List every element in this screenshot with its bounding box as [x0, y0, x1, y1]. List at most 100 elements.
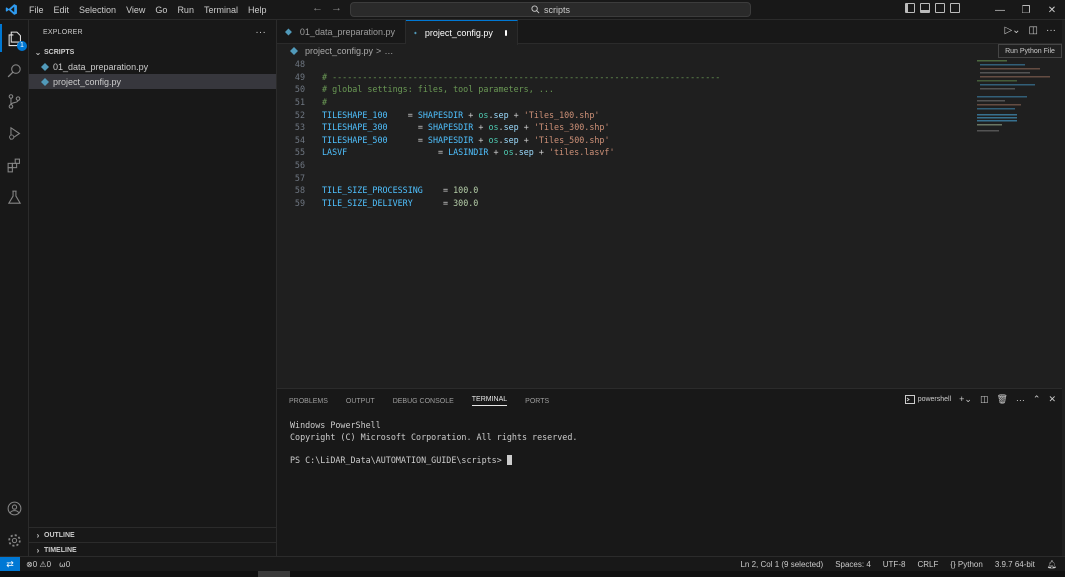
file-item-data-preparation[interactable]: 01_data_preparation.py	[29, 59, 276, 74]
chevron-right-icon: ›	[36, 530, 40, 540]
back-arrow-icon[interactable]: ←	[312, 2, 323, 14]
source-control-icon[interactable]	[0, 87, 29, 115]
code-line[interactable]: 58 TILE_SIZE_PROCESSING = 100.0	[277, 184, 977, 197]
run-debug-icon[interactable]	[0, 119, 29, 147]
minimize-icon[interactable]: —	[987, 0, 1013, 20]
terminal-output[interactable]: Windows PowerShell Copyright (C) Microso…	[290, 420, 577, 466]
code-line[interactable]: 53 TILESHAPE_300 = SHAPESDIR + os.sep + '…	[277, 121, 977, 134]
cursor-position[interactable]: Ln 2, Col 1 (9 selected)	[740, 560, 823, 569]
terminal-shell-selector[interactable]: powershell	[904, 395, 951, 404]
panel-more-icon[interactable]: ···	[1016, 395, 1025, 405]
new-terminal-plus-icon[interactable]: +⌄	[959, 394, 972, 405]
tab-project-config[interactable]: project_config.py	[406, 20, 518, 45]
folder-scripts[interactable]: ⌄ SCRIPTS	[29, 45, 276, 59]
code-line[interactable]: 48	[277, 58, 977, 71]
search-icon	[531, 5, 540, 14]
warning-icon: ⚠	[39, 559, 47, 569]
code-line[interactable]: 51 #	[277, 96, 977, 109]
tab-problems[interactable]: PROBLEMS	[289, 398, 328, 405]
code-token: +	[473, 134, 489, 145]
terminal-line: Windows PowerShell	[290, 420, 381, 430]
tab-debug-console[interactable]: DEBUG CONSOLE	[393, 398, 454, 405]
file-label: 01_data_preparation.py	[53, 61, 149, 72]
account-icon[interactable]	[0, 494, 29, 522]
code-line[interactable]: 50 # global settings: files, tool paramet…	[277, 83, 977, 96]
extensions-icon[interactable]	[0, 151, 29, 179]
unsaved-dot-icon[interactable]	[504, 30, 507, 36]
menu-edit[interactable]: Edit	[49, 0, 75, 20]
line-source: # global settings: files, tool parameter…	[322, 84, 554, 94]
run-python-file-icon[interactable]: ▷⌄	[1004, 25, 1020, 36]
menu-run[interactable]: Run	[172, 0, 199, 20]
menu-selection[interactable]: Selection	[74, 0, 121, 20]
code-line[interactable]: 59 TILE_SIZE_DELIVERY = 300.0	[277, 197, 977, 210]
python-interpreter[interactable]: 3.9.7 64-bit	[995, 560, 1035, 569]
problems-status[interactable]: ⊗0 ⚠0	[26, 560, 51, 569]
forward-arrow-icon[interactable]: →	[331, 2, 342, 14]
tab-terminal[interactable]: TERMINAL	[471, 396, 508, 406]
encoding[interactable]: UTF-8	[883, 560, 906, 569]
tab-ports[interactable]: PORTS	[525, 398, 549, 405]
minimap[interactable]	[977, 58, 1059, 148]
line-source: # --------------------------------------…	[322, 72, 720, 82]
close-window-icon[interactable]: ✕	[1039, 0, 1065, 20]
tab-output[interactable]: OUTPUT	[346, 398, 375, 405]
timeline-section[interactable]: › TIMELINE	[29, 542, 277, 557]
outline-section[interactable]: › OUTLINE	[29, 527, 277, 542]
maximize-panel-chevron-up-icon[interactable]: ⌃	[1033, 394, 1041, 405]
kill-terminal-trash-icon[interactable]: 🗑	[996, 394, 1007, 405]
indentation[interactable]: Spaces: 4	[835, 560, 871, 569]
breadcrumb-file[interactable]: project_config.py	[305, 46, 373, 56]
code-editor[interactable]: 48 49 # ----------------------------------…	[277, 58, 977, 209]
line-number: 54	[294, 134, 305, 145]
warning-count: 0	[46, 559, 52, 569]
timeline-label: TIMELINE	[44, 546, 77, 554]
end-of-line[interactable]: CRLF	[917, 560, 938, 569]
code-token: =	[412, 197, 454, 208]
code-line[interactable]: 55 LASVF = LASINDIR + os.sep + 'tiles.las…	[277, 146, 977, 159]
manage-gear-icon[interactable]	[0, 526, 29, 554]
menu-terminal[interactable]: Terminal	[199, 0, 243, 20]
editor-tabs: 01_data_preparation.py project_config.py…	[277, 20, 1062, 45]
customize-layout-icon[interactable]	[950, 3, 960, 13]
close-panel-icon[interactable]: ✕	[1048, 394, 1056, 405]
terminal-line: Copyright (C) Microsoft Corporation. All…	[290, 431, 578, 442]
code-line[interactable]: 54 TILESHAPE_500 = SHAPESDIR + os.sep + '…	[277, 134, 977, 147]
code-line[interactable]: 57	[277, 171, 977, 184]
toggle-secondary-sidebar-icon[interactable]	[935, 3, 945, 13]
run-python-file-tooltip: Run Python File	[998, 44, 1062, 58]
toggle-panel-icon[interactable]	[920, 3, 930, 13]
command-center-search[interactable]: scripts	[350, 2, 751, 17]
folder-label: SCRIPTS	[44, 48, 75, 56]
code-line[interactable]: 56	[277, 159, 977, 172]
editor-more-icon[interactable]: ···	[1046, 25, 1056, 36]
explorer-icon[interactable]: 1	[0, 24, 29, 52]
menu-file[interactable]: File	[24, 0, 49, 20]
file-item-project-config[interactable]: project_config.py	[29, 74, 276, 89]
more-actions-icon[interactable]: ···	[255, 27, 266, 38]
chevron-down-icon: ⌄	[34, 47, 42, 57]
breadcrumb-more[interactable]: …	[384, 46, 393, 56]
menu-bar: File Edit Selection View Go Run Terminal…	[24, 0, 271, 20]
code-token: TILE_SIZE_DELIVERY	[322, 197, 413, 208]
toggle-primary-sidebar-icon[interactable]	[905, 3, 915, 13]
code-token: +	[518, 134, 534, 145]
tab-data-preparation[interactable]: 01_data_preparation.py	[277, 20, 406, 44]
menu-help[interactable]: Help	[243, 0, 272, 20]
code-line[interactable]: 49 # ------------------------------------…	[277, 71, 977, 84]
notifications-bell-icon[interactable]: 🔔︎	[1047, 560, 1057, 569]
language-mode[interactable]: {} Python	[950, 560, 982, 569]
remote-indicator-icon[interactable]: ⇄	[0, 556, 20, 572]
restore-icon[interactable]: ❐	[1013, 0, 1039, 20]
menu-view[interactable]: View	[121, 0, 150, 20]
ports-status[interactable]: ⍵0	[59, 560, 70, 569]
outline-label: OUTLINE	[44, 531, 75, 539]
search-view-icon[interactable]	[0, 56, 29, 84]
split-editor-icon[interactable]: ◫	[1029, 25, 1038, 36]
menu-go[interactable]: Go	[150, 0, 172, 20]
testing-flask-icon[interactable]	[0, 183, 29, 211]
editor-group: 01_data_preparation.py project_config.py…	[277, 20, 1062, 387]
split-terminal-icon[interactable]: ◫	[980, 394, 989, 405]
code-token: # global settings: files, tool parameter…	[322, 84, 554, 95]
code-line[interactable]: 52 TILESHAPE_100 = SHAPESDIR + os.sep + '…	[277, 108, 977, 121]
